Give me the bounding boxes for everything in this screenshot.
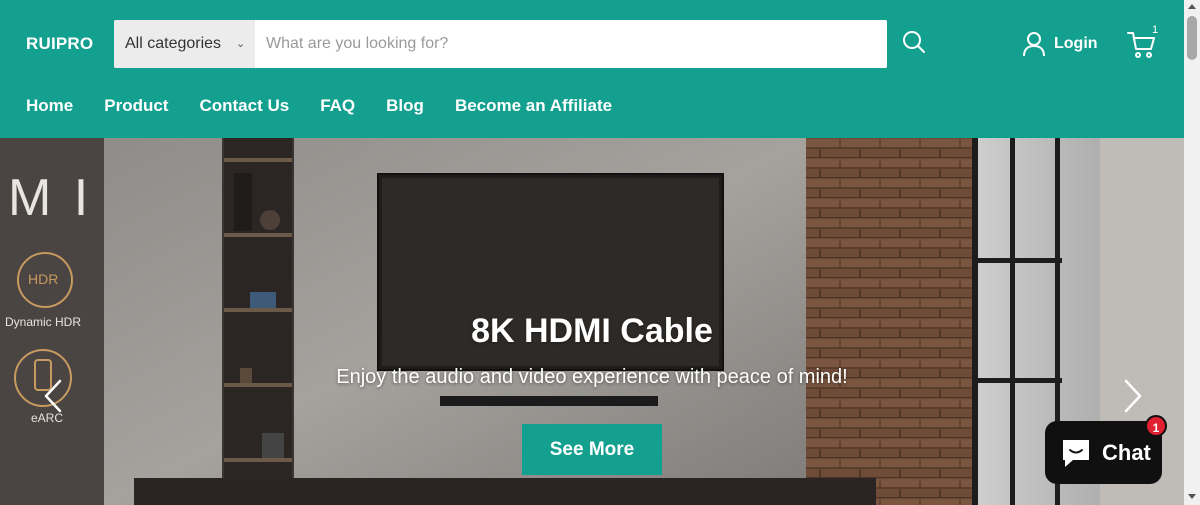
chevron-down-icon: ⌄ [236, 38, 246, 50]
nav-item-home[interactable]: Home [26, 96, 73, 116]
page-scrollbar[interactable] [1184, 0, 1200, 505]
nav-item-faq[interactable]: FAQ [320, 96, 355, 116]
chevron-left-icon [44, 379, 62, 413]
slider-next-button[interactable] [1118, 378, 1148, 414]
user-icon [1023, 32, 1045, 57]
hero-banner: M I HDR Dynamic HDR eARC 8K HDMI Cable E… [0, 138, 1184, 505]
category-select[interactable]: All categories ⌄ [114, 20, 255, 68]
site-header: RUIPRO All categories ⌄ Login 1 Home Pro… [0, 0, 1184, 138]
chat-label: Chat [1102, 440, 1151, 465]
chat-bubble-icon [1063, 440, 1089, 467]
side-panel-big-text: M I [8, 169, 93, 227]
nav-item-blog[interactable]: Blog [386, 96, 424, 116]
chat-notification-badge: 1 [1145, 415, 1167, 437]
login-link[interactable]: Login [1022, 30, 1098, 58]
hero-subtitle: Enjoy the audio and video experience wit… [336, 366, 848, 388]
scroll-down-arrow-icon[interactable] [1188, 494, 1196, 499]
scrollbar-thumb[interactable] [1187, 16, 1197, 60]
chat-button[interactable]: Chat [1045, 421, 1162, 484]
slider-prev-button[interactable] [40, 378, 70, 414]
see-more-button[interactable]: See More [522, 424, 662, 475]
scroll-up-arrow-icon[interactable] [1188, 4, 1196, 9]
cart-count-badge: 1 [1152, 24, 1159, 36]
category-select-label: All categories [125, 35, 222, 52]
login-label: Login [1054, 35, 1098, 52]
search-button[interactable] [896, 24, 934, 62]
search-input[interactable] [255, 20, 887, 68]
nav-item-become-affiliate[interactable]: Become an Affiliate [455, 96, 612, 116]
main-nav: Home Product Contact Us FAQ Blog Become … [26, 96, 612, 116]
search-icon [903, 31, 925, 53]
chevron-right-icon [1124, 379, 1142, 413]
hdr-badge: HDR [28, 271, 59, 287]
search-bar: All categories ⌄ [114, 20, 887, 68]
logo[interactable]: RUIPRO [26, 34, 93, 54]
nav-item-product[interactable]: Product [104, 96, 168, 116]
nav-item-contact-us[interactable]: Contact Us [199, 96, 289, 116]
hero-title: 8K HDMI Cable [471, 312, 713, 350]
